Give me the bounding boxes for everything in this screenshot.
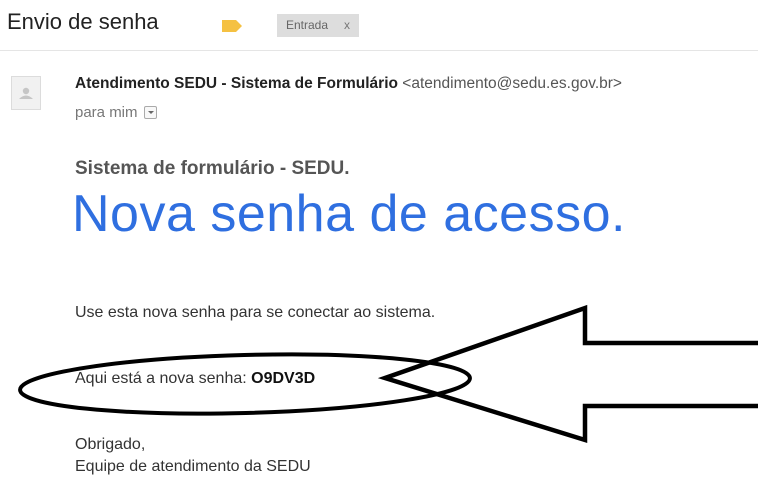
label-chip-text: Entrada bbox=[286, 18, 329, 32]
annotation-arrow bbox=[377, 304, 758, 444]
sender-line: Atendimento SEDU - Sistema de Formulário… bbox=[75, 75, 622, 93]
thanks-text: Obrigado, bbox=[75, 436, 146, 453]
system-title: Sistema de formulário - SEDU. bbox=[75, 158, 350, 179]
password-line: Aqui está a nova senha: O9DV3D bbox=[75, 370, 315, 388]
sender-avatar bbox=[11, 76, 41, 110]
recipient-text: para mim bbox=[75, 104, 138, 121]
email-header: Envio de senha Entrada x bbox=[0, 0, 758, 51]
password-value: O9DV3D bbox=[251, 370, 316, 387]
label-tag-icon[interactable] bbox=[221, 19, 243, 33]
email-subject: Envio de senha bbox=[7, 9, 159, 34]
password-label: Aqui está a nova senha: bbox=[75, 370, 247, 387]
person-icon bbox=[19, 87, 33, 99]
sender-email: <atendimento@sedu.es.gov.br> bbox=[402, 75, 622, 92]
instruction-text: Use esta nova senha para se conectar ao … bbox=[75, 304, 436, 321]
remove-label-button[interactable]: x bbox=[344, 14, 350, 37]
label-chip-entrada[interactable]: Entrada x bbox=[277, 14, 360, 37]
signature-text: Equipe de atendimento da SEDU bbox=[75, 458, 311, 475]
show-details-button[interactable] bbox=[143, 106, 157, 119]
recipient-line: para mim bbox=[75, 104, 157, 121]
sender-name[interactable]: Atendimento SEDU - Sistema de Formulário bbox=[75, 75, 398, 92]
headline: Nova senha de acesso. bbox=[72, 185, 626, 243]
